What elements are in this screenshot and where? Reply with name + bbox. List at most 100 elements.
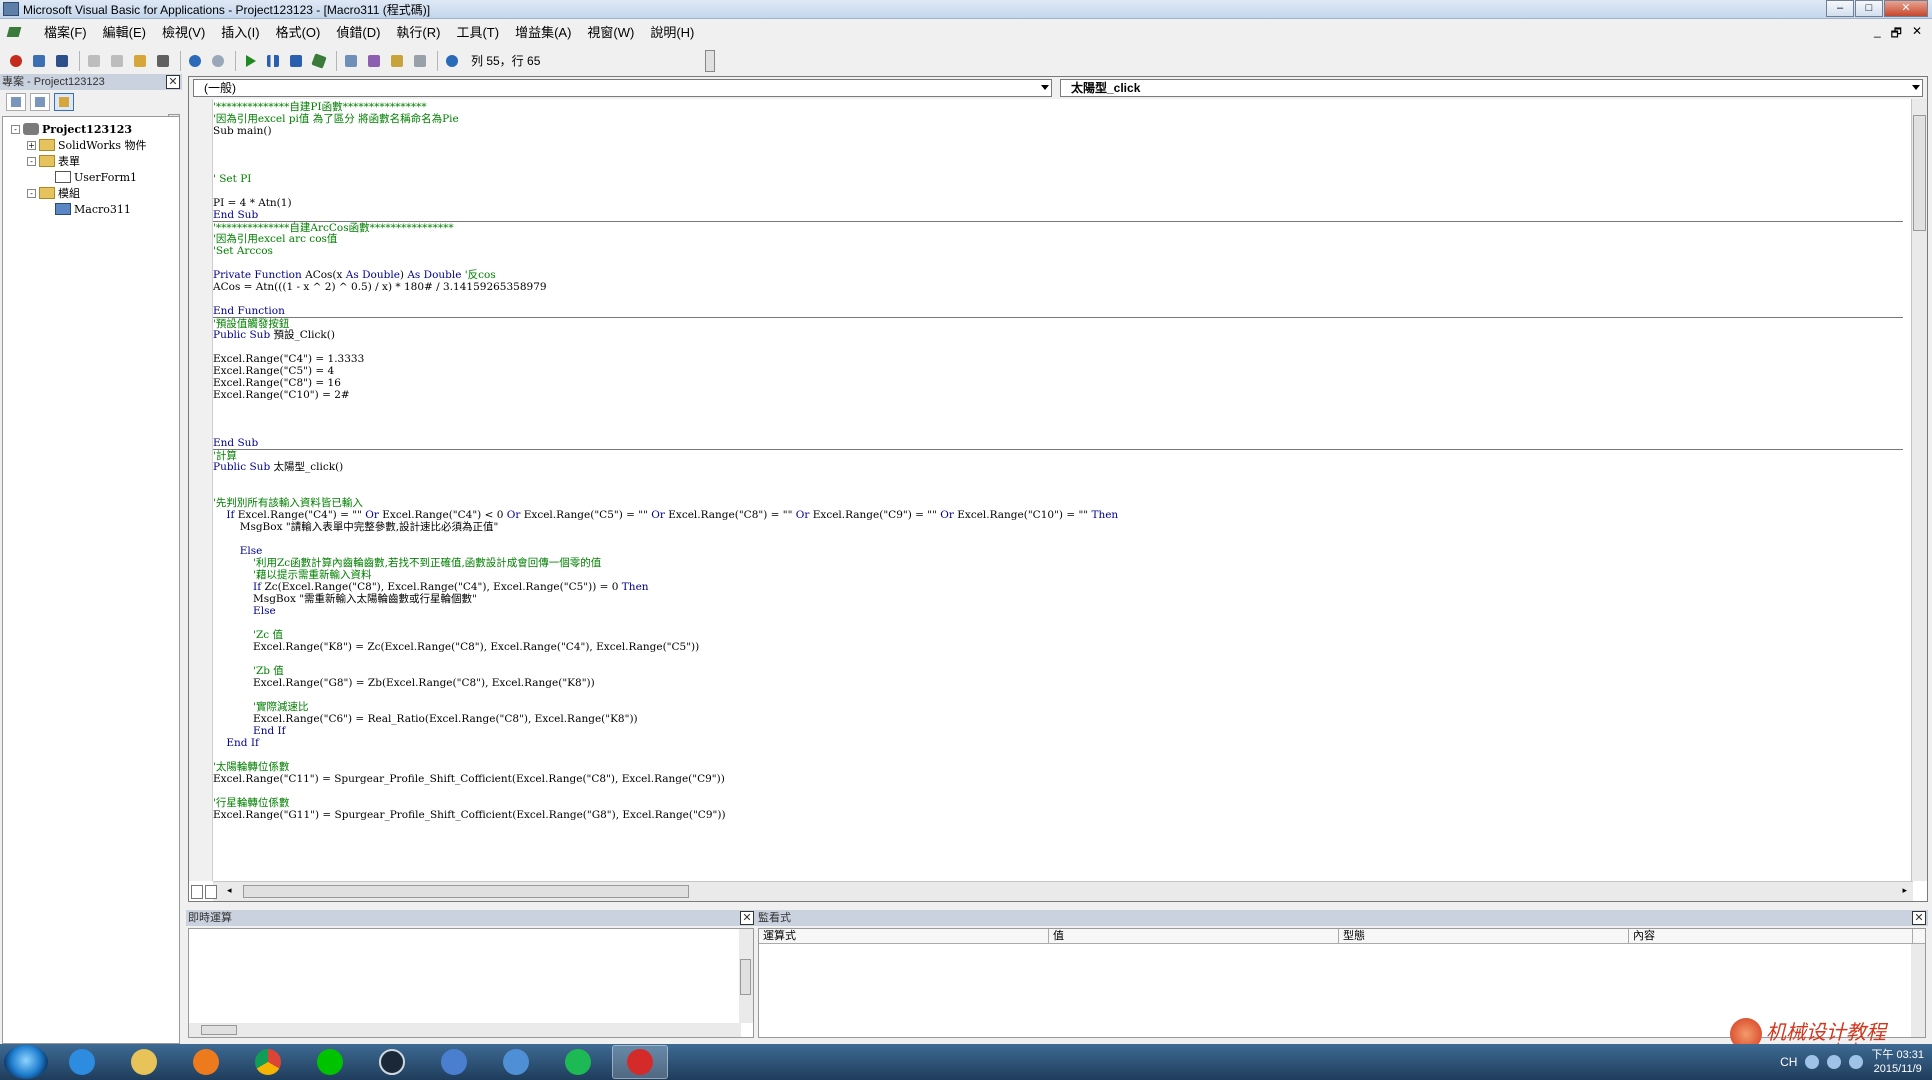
taskbar-app[interactable] (240, 1045, 296, 1079)
cut-icon[interactable] (84, 51, 104, 71)
toolbox-icon[interactable] (410, 51, 430, 71)
code-line[interactable]: '利用Zc函數計算內齒輪齒數,若找不到正確值,函數設計成會回傳一個零的值 (213, 557, 1903, 569)
menu-item-4[interactable]: 格式(O) (268, 22, 329, 44)
collapse-icon[interactable]: - (11, 124, 20, 134)
code-line[interactable] (213, 401, 1903, 413)
menu-item-7[interactable]: 工具(T) (448, 22, 507, 44)
code-editor[interactable]: '**************自建PI函數**************** '因為… (213, 101, 1903, 881)
code-line[interactable] (213, 341, 1903, 353)
code-line[interactable] (213, 749, 1903, 761)
code-line[interactable]: Private Function ACos(x As Double) As Do… (213, 269, 1903, 281)
code-line[interactable]: Excel.Range("K8") = Zc(Excel.Range("C8")… (213, 641, 1903, 653)
tree-node[interactable]: - Project123123 (3, 121, 179, 137)
code-line[interactable]: Else (213, 605, 1903, 617)
project-explorer-close-button[interactable]: ✕ (166, 75, 180, 89)
taskbar-app[interactable] (612, 1045, 668, 1079)
network-tray-icon[interactable] (1827, 1055, 1842, 1069)
undo-icon[interactable] (185, 51, 205, 71)
maximize-button[interactable]: □ (1855, 0, 1883, 17)
menu-item-2[interactable]: 檢視(V) (154, 22, 213, 44)
code-line[interactable] (213, 185, 1903, 197)
code-line[interactable]: Excel.Range("C5") = 4 (213, 365, 1903, 377)
code-line[interactable]: End Sub (213, 437, 1903, 449)
object-browser-icon[interactable] (387, 51, 407, 71)
view-code-button[interactable] (6, 93, 26, 111)
code-line[interactable]: End If (213, 737, 1903, 749)
watch-column-context[interactable]: 內容 (1629, 929, 1913, 943)
minimize-button[interactable]: – (1826, 0, 1854, 17)
tree-node[interactable]: UserForm1 (3, 169, 179, 185)
toggle-folders-button[interactable] (54, 93, 74, 111)
code-line[interactable]: '**************自建ArcCos函數***************… (213, 221, 1903, 234)
project-explorer-icon[interactable] (341, 51, 361, 71)
watch-window-close-button[interactable]: ✕ (1912, 911, 1926, 925)
code-line[interactable]: '因為引用excel arc cos值 (213, 233, 1903, 245)
watch-column-type[interactable]: 型態 (1339, 929, 1629, 943)
menu-item-1[interactable]: 編輯(E) (95, 22, 154, 44)
code-horizontal-scroll-thumb[interactable] (243, 885, 689, 898)
taskbar-app[interactable] (426, 1045, 482, 1079)
full-module-view-button[interactable] (205, 885, 217, 899)
project-tree[interactable]: - Project123123 + SolidWorks 物件 - 表單 UserForm1… (2, 116, 180, 1044)
pause-icon[interactable] (263, 51, 283, 71)
code-line[interactable]: Excel.Range("G11") = Spurgear_Profile_Sh… (213, 809, 1903, 821)
code-line[interactable]: PI = 4 * Atn(1) (213, 197, 1903, 209)
code-line[interactable] (213, 293, 1903, 305)
code-line[interactable] (213, 425, 1903, 437)
tree-node[interactable]: Macro311 (3, 201, 179, 217)
code-line[interactable]: 'Zb 值 (213, 665, 1903, 677)
taskbar-app[interactable] (550, 1045, 606, 1079)
stop-icon[interactable] (286, 51, 306, 71)
clock[interactable]: 下午 03:31 2015/11/9 (1871, 1048, 1924, 1076)
insert-userform-icon[interactable] (29, 51, 49, 71)
collapse-icon[interactable]: - (27, 156, 36, 166)
taskbar-app[interactable] (302, 1045, 358, 1079)
paste-icon[interactable] (130, 51, 150, 71)
taskbar-app[interactable] (488, 1045, 544, 1079)
menu-item-9[interactable]: 視窗(W) (579, 22, 642, 44)
code-line[interactable]: '實際減速比 (213, 701, 1903, 713)
mdi-close-button[interactable]: ✕ (1912, 24, 1922, 45)
code-line[interactable]: '行星輪轉位係數 (213, 797, 1903, 809)
object-dropdown[interactable]: (一般) (193, 79, 1052, 97)
watch-column-expression[interactable]: 運算式 (759, 929, 1049, 943)
code-line[interactable]: Public Sub 預設_Click() (213, 329, 1903, 341)
code-vertical-scrollbar[interactable] (1911, 99, 1927, 881)
code-line[interactable] (213, 533, 1903, 545)
code-line[interactable] (213, 137, 1903, 149)
code-line[interactable]: '因為引用excel pi值 為了區分 將函數名稱命名為Pie (213, 113, 1903, 125)
code-line[interactable]: 'Zc 值 (213, 629, 1903, 641)
immediate-vertical-scrollbar[interactable] (739, 929, 753, 1023)
procedure-dropdown[interactable]: 太陽型_click (1060, 79, 1923, 97)
excel-icon[interactable] (6, 51, 26, 71)
immediate-window-close-button[interactable]: ✕ (740, 911, 754, 925)
code-line[interactable]: Excel.Range("C10") = 2# (213, 389, 1903, 401)
immediate-vertical-scroll-thumb[interactable] (740, 959, 751, 995)
find-icon[interactable] (153, 51, 173, 71)
design-mode-icon[interactable] (309, 51, 329, 71)
code-line[interactable]: 'Set Arccos (213, 245, 1903, 257)
code-line[interactable] (213, 149, 1903, 161)
menu-item-5[interactable]: 偵錯(D) (328, 22, 388, 44)
code-line[interactable]: '藉以提示需重新輸入資料 (213, 569, 1903, 581)
expand-icon[interactable]: + (27, 140, 36, 150)
document-menu-icon[interactable] (6, 24, 26, 42)
volume-tray-icon[interactable] (1849, 1055, 1864, 1069)
tree-node[interactable]: + SolidWorks 物件 (3, 137, 179, 153)
code-line[interactable]: Excel.Range("G8") = Zb(Excel.Range("C8")… (213, 677, 1903, 689)
copy-icon[interactable] (107, 51, 127, 71)
help-tray-icon[interactable] (1805, 1055, 1820, 1069)
code-line[interactable]: ACos = Atn(((1 - x ^ 2) ^ 0.5) / x) * 18… (213, 281, 1903, 293)
watch-column-value[interactable]: 值 (1049, 929, 1339, 943)
code-line[interactable] (213, 485, 1903, 497)
properties-icon[interactable] (364, 51, 384, 71)
code-line[interactable]: Excel.Range("C6") = Real_Ratio(Excel.Ran… (213, 713, 1903, 725)
collapse-icon[interactable]: - (27, 188, 36, 198)
immediate-horizontal-scrollbar[interactable] (189, 1023, 741, 1037)
code-line[interactable]: If Zc(Excel.Range("C8"), Excel.Range("C4… (213, 581, 1903, 593)
procedure-view-button[interactable] (191, 885, 203, 899)
code-line[interactable]: '預設值觸發按鈕 (213, 317, 1903, 330)
menu-item-3[interactable]: 插入(I) (213, 22, 267, 44)
help-icon[interactable] (442, 51, 462, 71)
view-object-button[interactable] (30, 93, 50, 111)
